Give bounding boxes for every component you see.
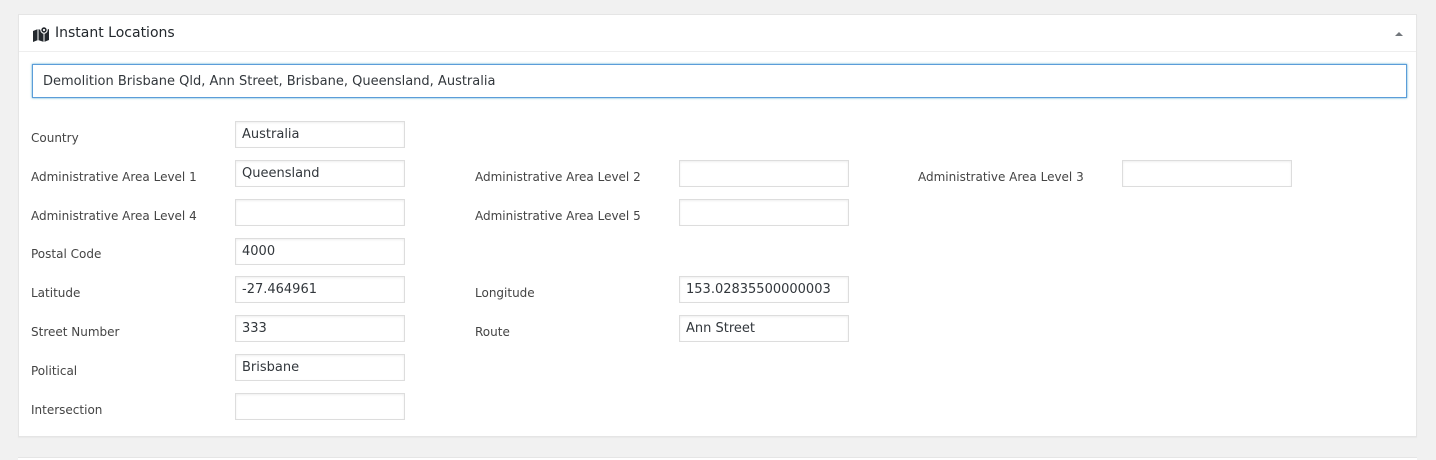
country-label: Country — [31, 131, 79, 145]
admin-area-4-label: Administrative Area Level 4 — [31, 209, 197, 223]
collapse-arrow-icon[interactable] — [1392, 26, 1406, 40]
metabox-header[interactable]: Instant Locations — [19, 15, 1416, 52]
postal-code-label: Postal Code — [31, 247, 102, 261]
postal-code-input[interactable] — [235, 238, 405, 265]
political-input[interactable] — [235, 354, 405, 381]
intersection-label: Intersection — [31, 403, 103, 417]
admin-area-5-label: Administrative Area Level 5 — [475, 209, 641, 223]
longitude-label: Longitude — [475, 286, 535, 300]
metabox-title: Instant Locations — [55, 25, 175, 41]
admin-area-3-input[interactable] — [1122, 160, 1292, 187]
admin-area-1-label: Administrative Area Level 1 — [31, 170, 197, 184]
route-label: Route — [475, 325, 510, 339]
street-number-input[interactable] — [235, 315, 405, 342]
street-number-label: Street Number — [31, 325, 120, 339]
longitude-input[interactable] — [679, 276, 849, 303]
country-input[interactable] — [235, 121, 405, 148]
admin-area-4-input[interactable] — [235, 199, 405, 226]
instant-locations-metabox: Instant Locations Country Administrative… — [18, 14, 1417, 437]
map-marker-icon — [32, 26, 50, 42]
admin-area-2-input[interactable] — [679, 160, 849, 187]
route-input[interactable] — [679, 315, 849, 342]
location-search-input[interactable] — [32, 64, 1407, 98]
intersection-input[interactable] — [235, 393, 405, 420]
latitude-input[interactable] — [235, 276, 405, 303]
latitude-label: Latitude — [31, 286, 81, 300]
political-label: Political — [31, 364, 78, 378]
admin-area-5-input[interactable] — [679, 199, 849, 226]
admin-area-2-label: Administrative Area Level 2 — [475, 170, 641, 184]
admin-area-3-label: Administrative Area Level 3 — [918, 170, 1084, 184]
admin-area-1-input[interactable] — [235, 160, 405, 187]
